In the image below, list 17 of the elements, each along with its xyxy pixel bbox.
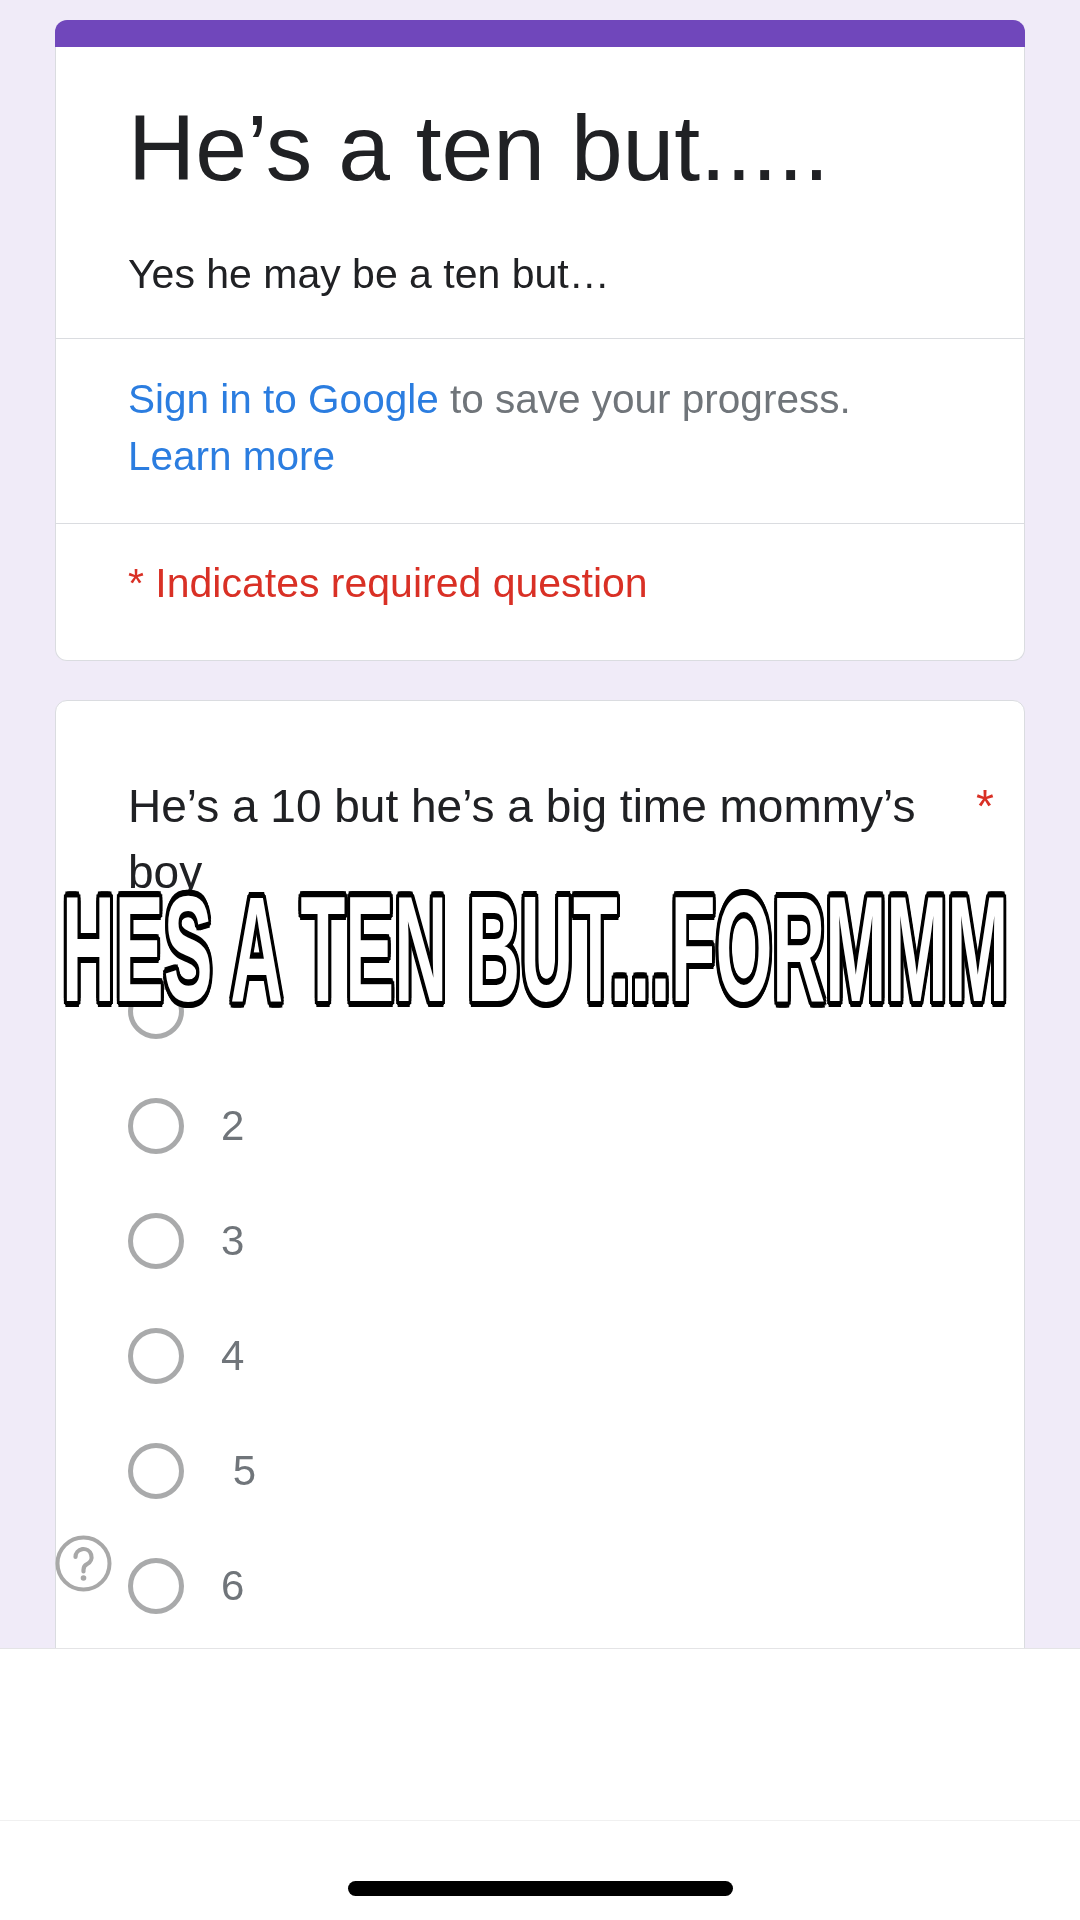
option-label[interactable]: 6 <box>221 1560 245 1611</box>
radio-button[interactable] <box>128 1442 184 1499</box>
required-notice: * Indicates required question <box>128 559 649 607</box>
option-label[interactable]: 5 <box>221 1445 257 1496</box>
radio-button[interactable] <box>128 1557 184 1614</box>
sign-in-link[interactable]: Sign in to Google <box>128 376 439 422</box>
required-asterisk: * <box>976 779 994 834</box>
form-description: Yes he may be a ten but… <box>128 250 611 298</box>
form-title: He’s a ten but..... <box>128 95 831 202</box>
option-label[interactable]: 2 <box>221 1100 245 1151</box>
radio-button[interactable] <box>128 1097 184 1154</box>
option-label[interactable]: 3 <box>221 1215 245 1266</box>
sign-in-notice: Sign in to Google to save your progress. Learn more <box>128 375 852 481</box>
radio-button[interactable] <box>128 1212 184 1269</box>
radio-button[interactable] <box>128 1327 184 1384</box>
option-label[interactable]: 4 <box>221 1330 245 1381</box>
learn-more-link[interactable]: Learn more <box>128 433 336 479</box>
